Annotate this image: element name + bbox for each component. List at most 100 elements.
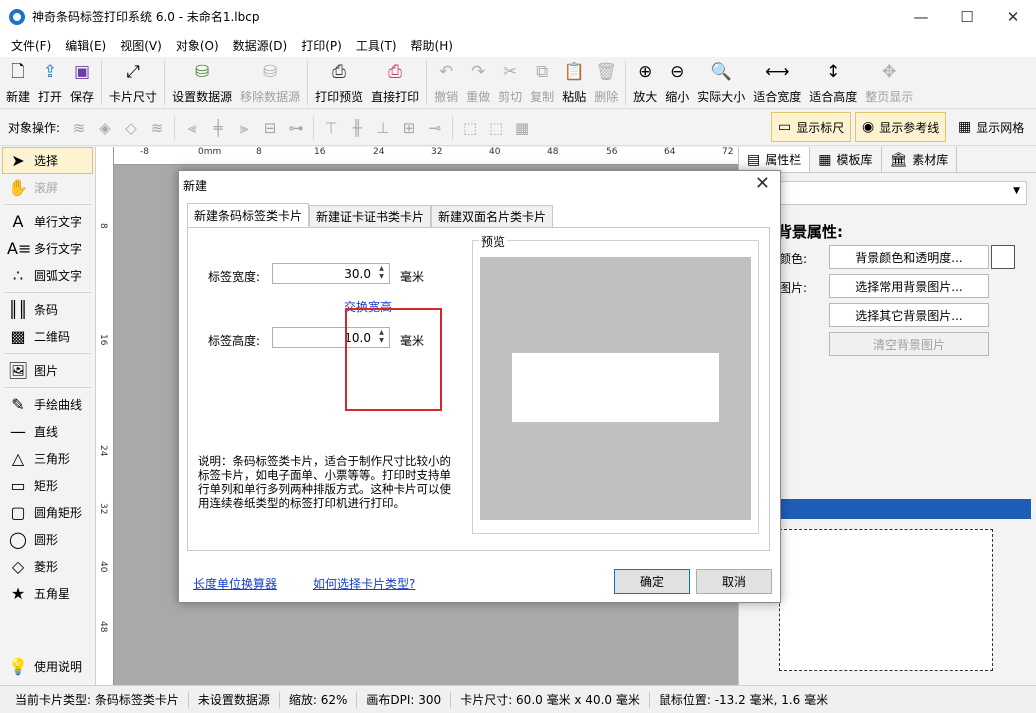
close-button[interactable]: ✕ xyxy=(990,0,1036,33)
align-left-icon[interactable]: ⫷ xyxy=(179,116,205,140)
menu-tools[interactable]: 工具(T) xyxy=(349,37,404,54)
bg-color-button[interactable]: 背景颜色和透明度... xyxy=(829,245,989,269)
print-preview-button[interactable]: ⎙ 打印预览 xyxy=(311,57,367,107)
zoom-in-button[interactable]: ⊕ 放大 xyxy=(629,57,661,107)
unit-converter-link[interactable]: 长度单位换算器 xyxy=(193,575,277,592)
bg-color-swatch[interactable] xyxy=(991,245,1015,269)
menu-view[interactable]: 视图(V) xyxy=(113,37,169,54)
actual-size-button[interactable]: 🔍 实际大小 xyxy=(693,57,749,107)
tool-qrcode[interactable]: ▩ 二维码 xyxy=(0,323,95,350)
common-bg-button[interactable]: 选择常用背景图片... xyxy=(829,274,989,298)
tool-triangle[interactable]: △ 三角形 xyxy=(0,445,95,472)
label-width-input[interactable]: 30.0 ▲ ▼ xyxy=(272,263,390,284)
same-width-icon[interactable]: ⊶ xyxy=(283,116,309,140)
align-right-icon[interactable]: ⫸ xyxy=(231,116,257,140)
cancel-button[interactable]: 取消 xyxy=(696,569,772,594)
library-icon: 🏛 xyxy=(889,151,908,168)
objbar-separator xyxy=(313,115,315,140)
redo-button[interactable]: ↷ 重做 xyxy=(462,57,494,107)
align-top-icon[interactable]: ⊤ xyxy=(318,116,344,140)
tab-properties[interactable]: ▤ 属性栏 xyxy=(739,147,811,172)
zoom-out-button[interactable]: ⊖ 缩小 xyxy=(661,57,693,107)
full-page-button[interactable]: ✥ 整页显示 xyxy=(861,57,917,107)
layer-bottom-icon[interactable]: ≋ xyxy=(144,116,170,140)
menu-object[interactable]: 对象(O) xyxy=(169,37,226,54)
tool-image[interactable]: 🖼 图片 xyxy=(0,357,95,384)
clear-bg-button[interactable]: 清空背景图片 xyxy=(829,332,989,356)
maximize-button[interactable]: ☐ xyxy=(944,0,990,33)
how-to-choose-link[interactable]: 如何选择卡片类型? xyxy=(313,575,415,592)
set-datasource-button[interactable]: ⛁ 设置数据源 xyxy=(168,57,236,107)
card-size-button[interactable]: ⤢ 卡片尺寸 xyxy=(105,57,161,107)
new-button[interactable]: 🗋 新建 xyxy=(2,57,34,107)
tool-ellipse[interactable]: ◯ 圆形 xyxy=(0,526,95,553)
tab-certificate-card[interactable]: 新建证卡证书类卡片 xyxy=(309,205,432,227)
tool-rectangle[interactable]: ▭ 矩形 xyxy=(0,472,95,499)
align-center-icon[interactable]: ╪ xyxy=(205,116,231,140)
dialog-title: 新建 xyxy=(183,179,208,193)
align-bottom-icon[interactable]: ⊥ xyxy=(370,116,396,140)
distribute-h-icon[interactable]: ⊟ xyxy=(257,116,283,140)
menu-file[interactable]: 文件(F) xyxy=(4,37,58,54)
tool-arc-text[interactable]: ∴ 圆弧文字 xyxy=(0,262,95,289)
ok-button[interactable]: 确定 xyxy=(614,569,690,594)
tab-business-card[interactable]: 新建双面名片类卡片 xyxy=(431,205,554,227)
bg-properties-heading: 背景属性: xyxy=(777,223,843,241)
spin-arrows-icon[interactable]: ▲ ▼ xyxy=(375,265,388,282)
dialog-tabs: 新建条码标签类卡片 新建证卡证书类卡片 新建双面名片类卡片 xyxy=(187,203,554,227)
paste-button[interactable]: 📋 粘贴 xyxy=(558,57,590,107)
line-icon: — xyxy=(10,422,26,441)
copy-button[interactable]: ⧉ 复制 xyxy=(526,57,558,107)
show-grid-toggle[interactable]: ▦ 显示网格 xyxy=(952,112,1030,142)
tool-star[interactable]: ★ 五角星 xyxy=(0,580,95,607)
help-button[interactable]: 💡 使用说明 xyxy=(0,653,82,680)
object-selector[interactable]: ▼ xyxy=(777,181,1027,205)
menu-datasource[interactable]: 数据源(D) xyxy=(226,37,295,54)
tool-freehand[interactable]: ✎ 手绘曲线 xyxy=(0,391,95,418)
ruler-tick-label: 16 xyxy=(98,334,108,346)
layer-down-icon[interactable]: ◇ xyxy=(118,116,144,140)
scissors-icon: ✂ xyxy=(503,62,518,82)
ruler-tick-label: 8 xyxy=(98,223,108,229)
tab-barcode-label-card[interactable]: 新建条码标签类卡片 xyxy=(187,203,310,227)
menu-edit[interactable]: 编辑(E) xyxy=(58,37,113,54)
ungroup-icon[interactable]: ⬚ xyxy=(483,116,509,140)
tab-materials[interactable]: 🏛 素材库 xyxy=(882,147,958,172)
minimize-button[interactable]: — xyxy=(898,0,944,33)
open-button[interactable]: ⇪ 打开 xyxy=(34,57,66,107)
lock-icon[interactable]: ▦ xyxy=(509,116,535,140)
delete-button[interactable]: 🗑 删除 xyxy=(590,57,622,107)
fit-width-button[interactable]: ⟷ 适合宽度 xyxy=(749,57,805,107)
distribute-v-icon[interactable]: ⊞ xyxy=(396,116,422,140)
tool-diamond[interactable]: ◇ 菱形 xyxy=(0,553,95,580)
save-button[interactable]: ▣ 保存 xyxy=(66,57,98,107)
tool-multi-text[interactable]: A≡ 多行文字 xyxy=(0,235,95,262)
layer-top-icon[interactable]: ≋ xyxy=(66,116,92,140)
menu-print[interactable]: 打印(P) xyxy=(294,37,349,54)
paste-icon: 📋 xyxy=(563,62,585,82)
group-icon[interactable]: ⬚ xyxy=(457,116,483,140)
other-bg-button[interactable]: 选择其它背景图片... xyxy=(829,303,989,327)
same-height-icon[interactable]: ⊸ xyxy=(422,116,448,140)
tool-line[interactable]: — 直线 xyxy=(0,418,95,445)
width-unit: 毫米 xyxy=(400,270,425,284)
tab-templates[interactable]: ▦ 模板库 xyxy=(810,147,882,172)
tool-rounded-rect[interactable]: ▢ 圆角矩形 xyxy=(0,499,95,526)
menu-help[interactable]: 帮助(H) xyxy=(404,37,460,54)
tool-scroll[interactable]: ✋ 滚屏 xyxy=(0,174,95,201)
objbar-separator xyxy=(174,115,176,140)
cut-button[interactable]: ✂ 剪切 xyxy=(494,57,526,107)
remove-datasource-button[interactable]: ⛁ 移除数据源 xyxy=(236,57,304,107)
layer-up-icon[interactable]: ◈ xyxy=(92,116,118,140)
show-ruler-toggle[interactable]: ▭ 显示标尺 xyxy=(771,112,852,142)
barcode-icon: ║║ xyxy=(8,300,28,319)
fit-height-button[interactable]: ↕ 适合高度 xyxy=(805,57,861,107)
align-middle-icon[interactable]: ╫ xyxy=(344,116,370,140)
show-guides-toggle[interactable]: ◉ 显示参考线 xyxy=(855,112,947,142)
direct-print-button[interactable]: ⎙ 直接打印 xyxy=(367,57,423,107)
tool-select[interactable]: ➤ 选择 xyxy=(2,147,93,174)
undo-button[interactable]: ↶ 撤销 xyxy=(430,57,462,107)
dialog-close-button[interactable]: ✕ xyxy=(755,173,770,194)
tool-barcode[interactable]: ║║ 条码 xyxy=(0,296,95,323)
tool-single-text[interactable]: A 单行文字 xyxy=(0,208,95,235)
